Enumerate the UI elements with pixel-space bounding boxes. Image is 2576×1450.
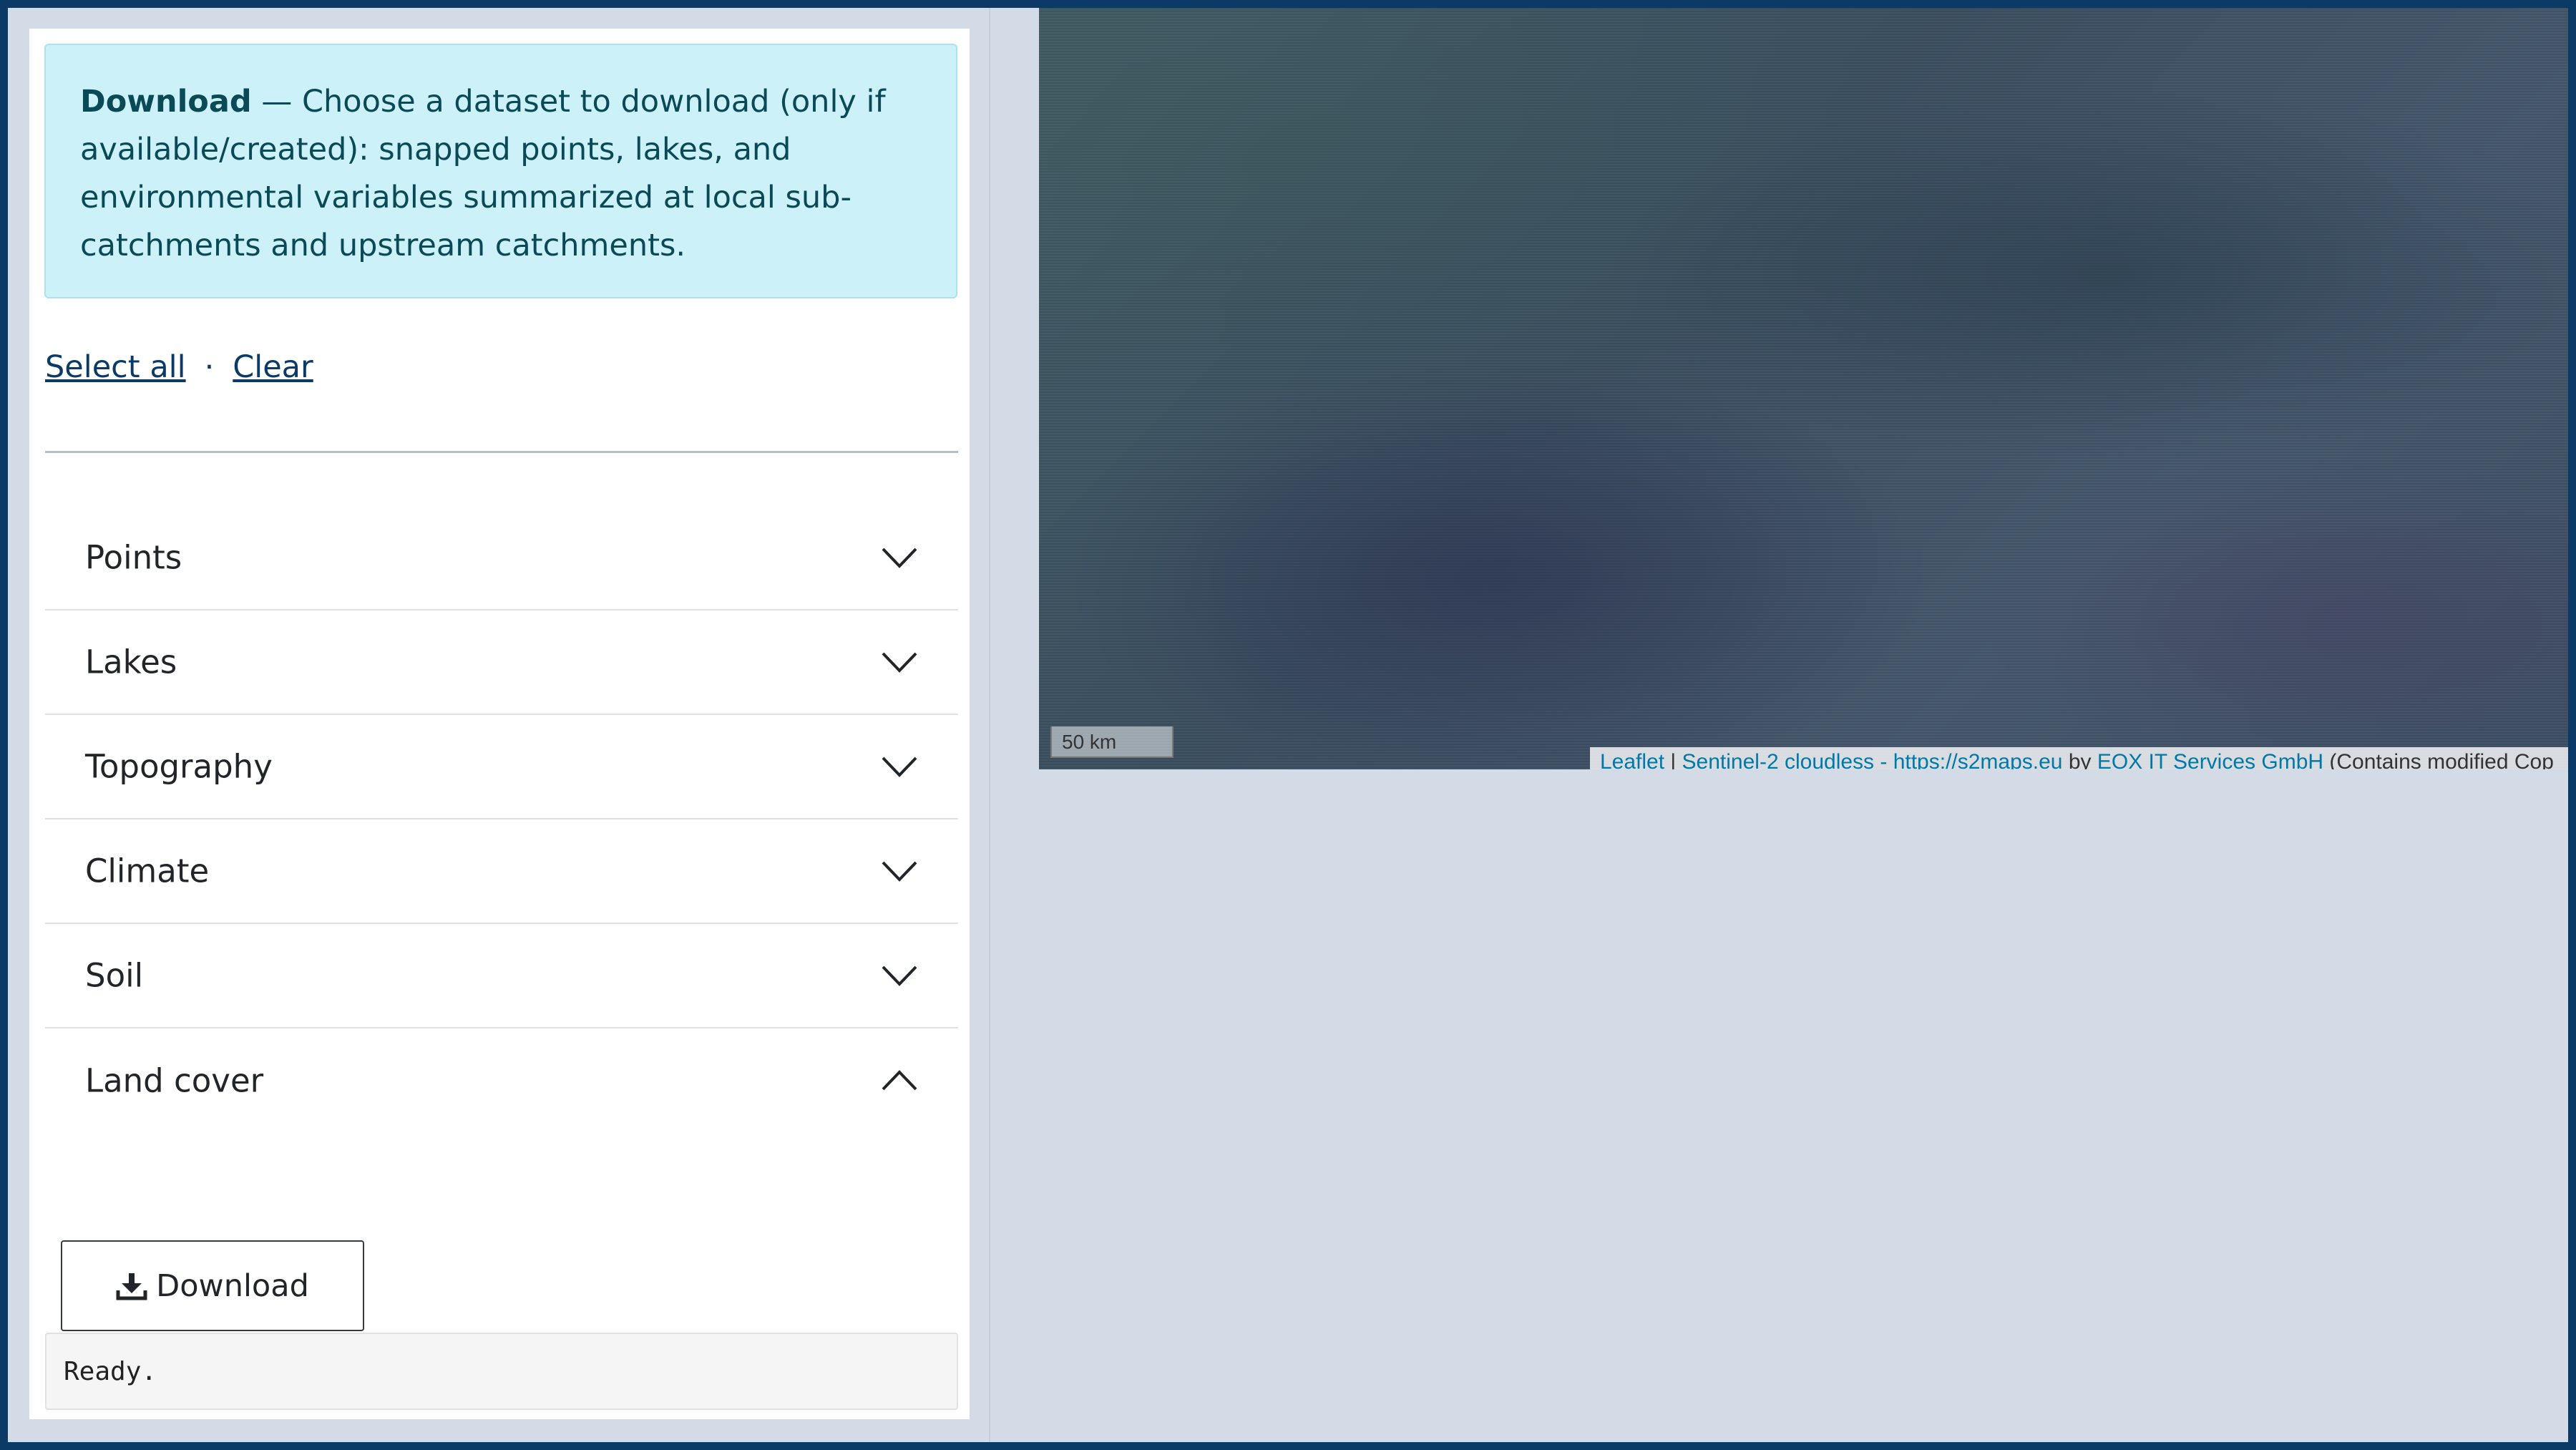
info-title: Download <box>80 84 252 120</box>
attribution-rest: (Contains modified Cop <box>2323 750 2554 769</box>
status-output: Ready. <box>45 1333 958 1410</box>
download-button[interactable]: Download <box>61 1240 364 1331</box>
sentinel-link[interactable]: Sentinel-2 cloudless - https://s2maps.eu <box>1682 750 2063 769</box>
chevron-down-icon <box>882 861 917 882</box>
divider <box>45 451 958 453</box>
accordion-label: Lakes <box>85 643 177 681</box>
map-view[interactable]: 50 km Leaflet | Sentinel-2 cloudless - h… <box>1039 8 2568 769</box>
attribution-separator: | <box>1664 750 1682 769</box>
accordion-item-points[interactable]: Points <box>45 506 958 610</box>
chevron-down-icon <box>882 548 917 568</box>
accordion-label: Points <box>85 538 182 577</box>
accordion-label: Soil <box>85 956 144 995</box>
sidebar-column: Download — Choose a dataset to download … <box>8 8 990 1442</box>
sidebar-panel: Download — Choose a dataset to download … <box>29 29 970 1419</box>
accordion-label: Climate <box>85 852 210 890</box>
map-attribution: Leaflet | Sentinel-2 cloudless - https:/… <box>1590 747 2568 769</box>
app-frame: Download — Choose a dataset to download … <box>8 8 2568 1442</box>
eox-link[interactable]: EOX IT Services GmbH <box>2097 750 2323 769</box>
accordion-item-lakes[interactable]: Lakes <box>45 610 958 715</box>
clear-link[interactable]: Clear <box>233 349 313 385</box>
download-button-label: Download <box>156 1267 309 1304</box>
status-text: Ready. <box>64 1356 157 1386</box>
accordion-label: Topography <box>85 747 273 786</box>
chevron-up-icon <box>882 1070 917 1091</box>
accordion-item-climate[interactable]: Climate <box>45 819 958 924</box>
selection-links: Select all · Clear <box>45 349 313 385</box>
accordion-item-soil[interactable]: Soil <box>45 924 958 1028</box>
scale-label: 50 km <box>1062 731 1117 753</box>
chevron-down-icon <box>882 756 917 777</box>
download-info-alert: Download — Choose a dataset to download … <box>44 44 957 298</box>
download-icon <box>116 1273 147 1300</box>
map-scale-bar: 50 km <box>1050 726 1174 758</box>
attribution-by: by <box>2062 750 2097 769</box>
chevron-down-icon <box>882 652 917 673</box>
select-all-link[interactable]: Select all <box>45 349 186 385</box>
accordion-item-land-cover[interactable]: Land cover <box>45 1028 958 1133</box>
accordion-item-topography[interactable]: Topography <box>45 715 958 819</box>
leaflet-link[interactable]: Leaflet <box>1600 750 1664 769</box>
chevron-down-icon <box>882 965 917 986</box>
link-separator: · <box>204 349 215 385</box>
accordion-label: Land cover <box>85 1061 264 1100</box>
